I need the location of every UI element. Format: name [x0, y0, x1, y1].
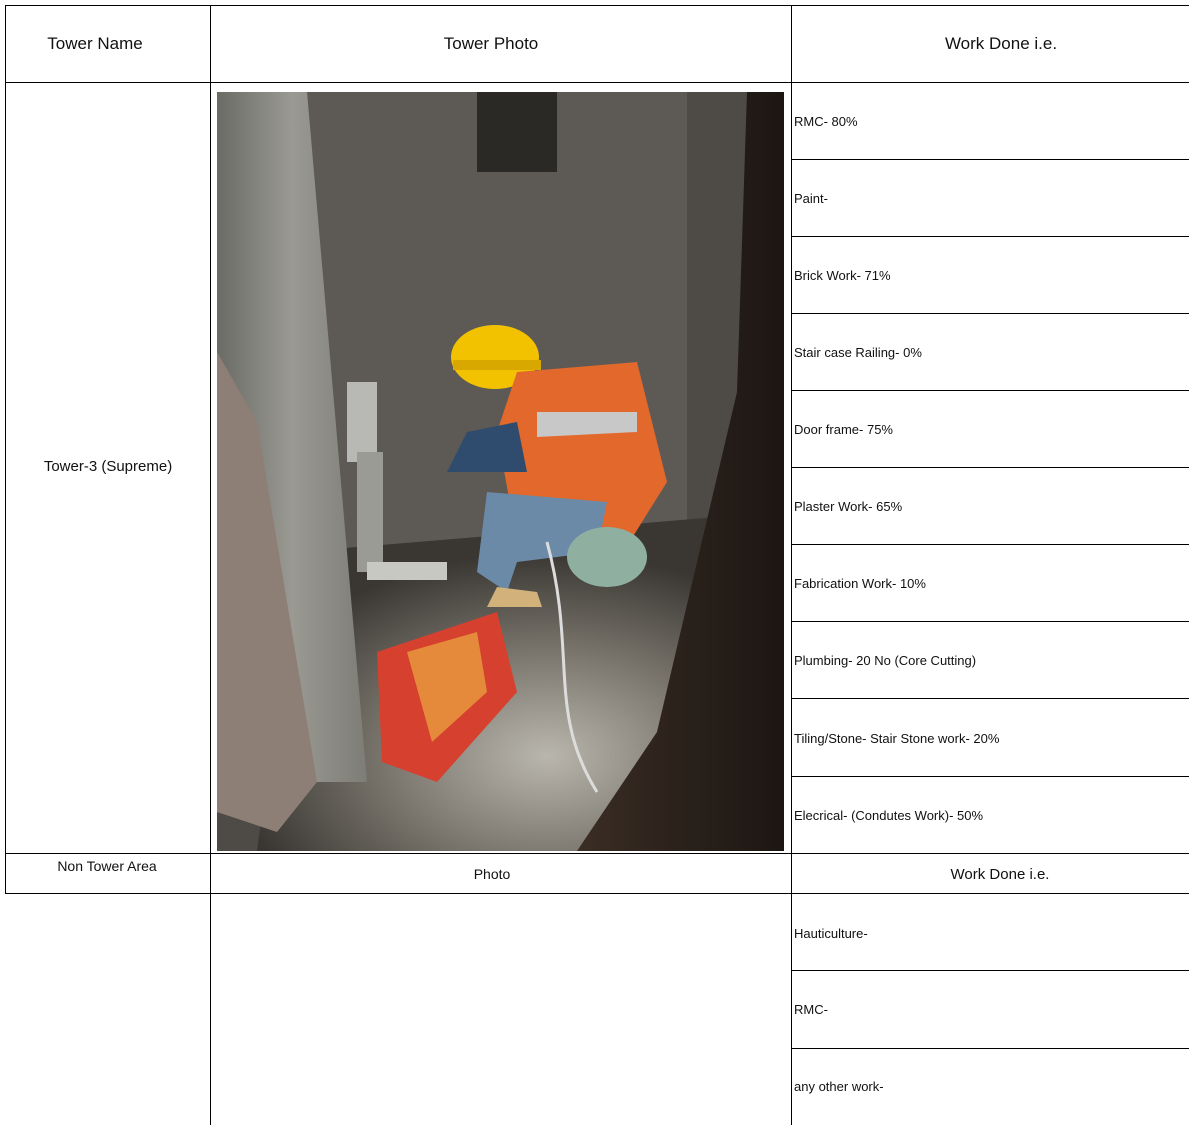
work-item: Stair case Railing- 0% [794, 345, 922, 360]
work-item: Fabrication Work- 10% [794, 576, 926, 591]
tower-photo [217, 92, 784, 851]
work-item: Tiling/Stone- Stair Stone work- 20% [794, 731, 1000, 746]
work-item: Hauticulture- [794, 926, 868, 941]
work-item: Elecrical- (Condutes Work)- 50% [794, 808, 984, 823]
header-tower-photo: Tower Photo [443, 34, 539, 53]
work-item: Door frame- 75% [794, 422, 893, 437]
header-photo: Photo [473, 866, 511, 882]
work-item: RMC- [794, 1002, 828, 1017]
header-non-tower-area: Non Tower Area [57, 858, 157, 874]
work-item: Paint- [794, 191, 828, 206]
header-work-done-2: Work Done i.e. [950, 866, 1050, 883]
work-item: Plaster Work- 65% [794, 499, 903, 514]
tower-name: Tower-3 (Supreme) [43, 458, 173, 475]
work-item: Brick Work- 71% [794, 268, 891, 283]
work-item: Plumbing- 20 No (Core Cutting) [794, 653, 977, 668]
work-item: any other work- [794, 1079, 884, 1094]
header-work-done: Work Done i.e. [944, 34, 1058, 53]
work-item: RMC- 80% [794, 114, 858, 129]
header-tower-name: Tower Name [47, 34, 143, 53]
